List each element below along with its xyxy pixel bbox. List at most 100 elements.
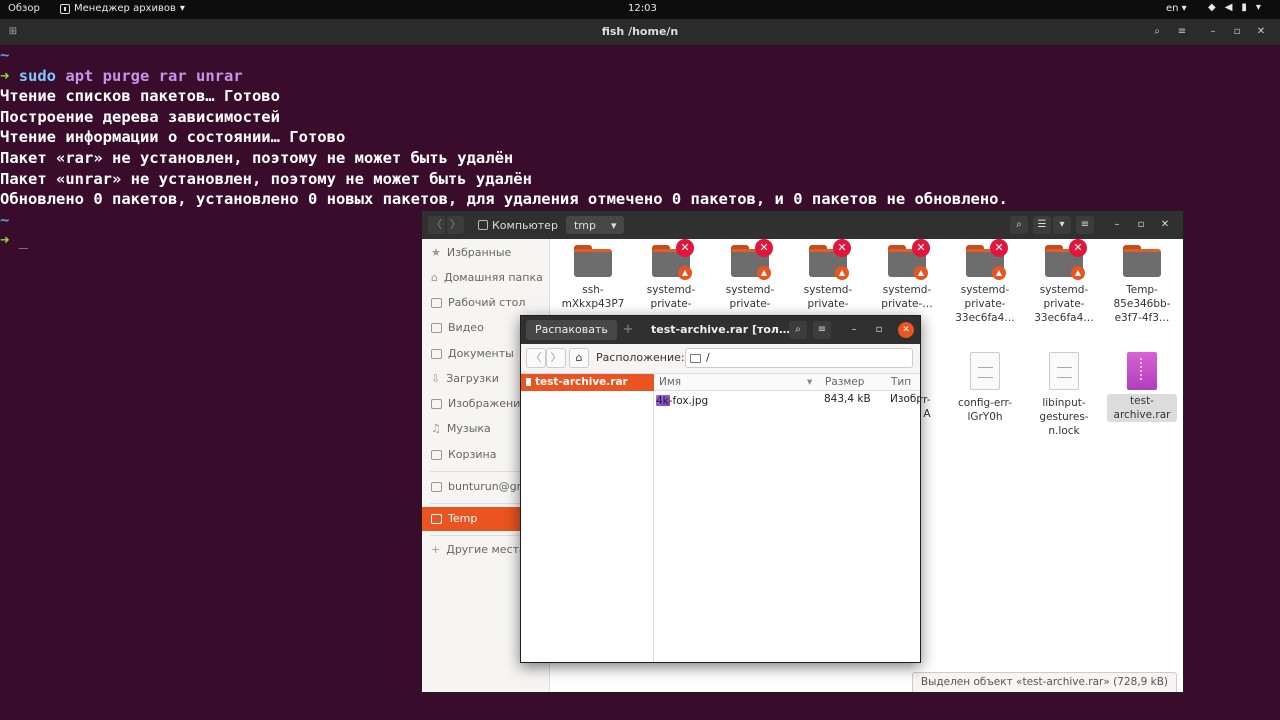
app-menu[interactable]: Менеджер архивов ▾ [60,3,185,14]
sidebar-item-home[interactable]: ⌂ Домашняя папка [422,266,550,290]
sidebar-item-label: Рабочий стол [448,296,526,309]
add-files-button[interactable]: + [619,320,637,340]
path-segment-computer[interactable]: Компьютер [470,216,566,234]
file-name: Temp-85e346bb-e3f7-4f3… [1113,284,1171,324]
table-row[interactable]: 4k-fox.jpg 843,4 kB Изобр [654,391,920,408]
wifi-icon: ◆ [1208,2,1216,13]
activities-button[interactable]: Обзор [8,3,40,14]
minimize-icon[interactable]: – [1204,23,1222,40]
folder-icon [690,353,701,363]
folder-tree: test-archive.rar [521,374,654,662]
location-label: Расположение: [596,351,685,364]
path-bar: Компьютер tmp ▾ [470,216,625,234]
column-header-size[interactable]: Размер [825,376,864,388]
search-icon[interactable]: ⌕ [1148,23,1166,40]
file-name: systemd-private- [646,284,696,310]
command-args: apt purge rar unrar [65,66,243,85]
folder-icon [574,245,612,277]
file-name: systemd-private-… [881,284,933,310]
sidebar-item-label: Корзина [448,448,497,461]
plus-icon: + [431,543,441,556]
view-options-icon[interactable]: ▾ [1053,216,1071,234]
folder-item[interactable]: ✕ ▲ systemd-private- [793,239,863,311]
maximize-icon[interactable]: ▫ [871,322,887,338]
folder-item[interactable]: ssh-mXkxp43P7 [558,245,628,311]
extract-button[interactable]: Распаковать [526,320,617,340]
terminal-title: fish /home/n [601,25,679,38]
file-item[interactable]: libinput-gestures-n.lock [1029,352,1099,438]
sidebar-item-label: Temp [448,512,478,525]
close-icon[interactable]: ✕ [1252,23,1270,40]
back-button[interactable]: 〈 [526,348,546,368]
lock-icon: ▲ [757,266,771,280]
file-item-selected[interactable]: test-archive.rar [1107,352,1177,422]
home-icon[interactable]: ⌂ [569,348,589,368]
sidebar-item-starred[interactable]: ★ Избранные [422,241,550,265]
archive-manager-icon [60,3,70,14]
prompt-cwd: ~ [0,210,10,229]
search-icon[interactable]: ⌕ [1010,216,1028,234]
file-item[interactable]: config-err-lGrY0h [950,352,1020,424]
folder-item[interactable]: ✕ ▲ systemd-private-33ec6fa4… [950,239,1020,325]
file-name: config-err-lGrY0h [958,397,1012,423]
folder-item[interactable]: Temp-85e346bb-e3f7-4f3… [1107,245,1177,325]
minimize-icon[interactable]: – [1109,217,1125,233]
lock-icon: ▲ [1071,266,1085,280]
minimize-icon[interactable]: – [846,322,862,338]
sidebar-item-label: Изображения [448,397,527,410]
selection-status: Выделен объект «test-archive.rar» (728,9… [911,672,1177,692]
menu-icon[interactable]: ≡ [813,321,831,339]
star-icon: ★ [431,246,441,259]
video-icon [431,323,442,333]
desktop-icon [431,298,442,308]
column-header-name[interactable]: Имя [659,376,681,388]
file-name: 4k-fox.jpg [656,395,709,407]
column-headers: Имя ▾ Размер Тип [654,374,920,391]
documents-icon [431,349,442,359]
maximize-icon[interactable]: ▫ [1133,217,1149,233]
folder-icon: ✕ ▲ [652,239,694,280]
search-icon[interactable]: ⌕ [789,321,807,339]
sidebar-item-label: Другие места [446,543,526,556]
lock-icon: ▲ [678,266,692,280]
path-label: tmp [573,218,596,232]
folder-item[interactable]: ✕ ▲ systemd-private- [636,239,706,311]
path-segment-tmp[interactable]: tmp ▾ [565,216,625,234]
sidebar-item-desktop[interactable]: Рабочий стол [422,291,550,315]
terminal-headerbar: ⊞ fish /home/n ⌕ ≡ – ▫ ✕ [0,19,1280,45]
sort-descending-icon: ▾ [807,376,813,388]
menu-icon[interactable]: ≡ [1173,23,1191,40]
folder-item[interactable]: ✕ ▲ systemd-private-… [872,239,942,311]
file-name: systemd-private- [803,284,853,310]
music-icon: ♫ [431,422,441,435]
language-indicator[interactable]: en ▾ [1166,3,1187,14]
close-icon[interactable]: ✕ [1157,217,1173,233]
close-icon[interactable]: ✕ [898,322,914,338]
location-input[interactable]: / [685,348,913,368]
sidebar-item-label: Документы [448,347,514,360]
system-menu[interactable]: ◆ ◀ ▮ ▾ [1208,2,1261,13]
folder-icon: ✕ ▲ [888,239,930,280]
folder-item[interactable]: ✕ ▲ systemd-private- [715,239,785,311]
prompt-cwd: ~ [0,46,10,64]
back-button[interactable]: 〈 [428,216,445,234]
folder-icon: ✕ ▲ [731,239,773,280]
clock[interactable]: 12:03 [628,3,657,14]
column-header-type[interactable]: Тип [891,376,911,388]
folder-icon [1123,245,1161,277]
tree-item-archive-root[interactable]: test-archive.rar [521,374,654,391]
sidebar-item-label: Избранные [446,246,512,259]
forward-button[interactable]: 〉 [447,216,464,234]
forward-button[interactable]: 〉 [546,348,566,368]
language-label: en [1166,3,1179,14]
maximize-icon[interactable]: ▫ [1228,23,1246,40]
folder-item[interactable]: ✕ ▲ systemd-private-33ec6fa4… [1029,239,1099,325]
location-value: / [706,351,710,364]
path-label: Компьютер [492,218,558,232]
folder-icon: ✕ ▲ [809,239,851,280]
account-icon [431,482,442,492]
archive-icon [1127,352,1157,390]
list-view-icon[interactable]: ☰ [1033,216,1051,234]
menu-icon[interactable]: ≡ [1076,216,1094,234]
command-name: sudo [18,66,57,85]
